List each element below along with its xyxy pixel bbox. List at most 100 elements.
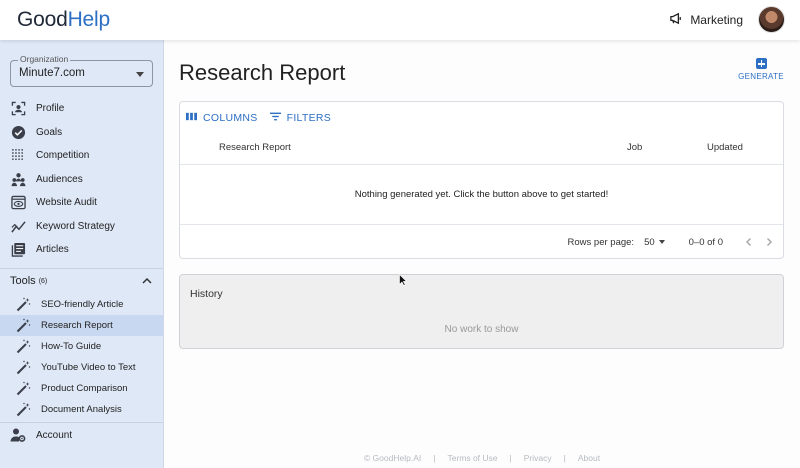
footer-link-terms[interactable]: Terms of Use [447,453,497,463]
sidebar: Organization Minute7.com Profile Goals C… [0,40,164,468]
sidebar-item-label: Goals [36,126,63,138]
footer-separator: | [509,453,512,463]
eye-window-icon [10,195,26,211]
tool-item-document-analysis[interactable]: Document Analysis [0,399,163,420]
page-footer: © GoodHelp.AI | Terms of Use | Privacy |… [164,448,800,468]
top-bar: GoodHelp Marketing [0,0,800,40]
generate-button[interactable]: GENERATE [736,58,786,81]
history-panel: History No work to show [179,274,784,349]
footer-divider [180,224,783,225]
user-avatar[interactable] [758,6,785,33]
sidebar-item-label: Audiences [36,173,83,185]
caret-down-icon [136,72,144,77]
sidebar-item-keyword-strategy[interactable]: Keyword Strategy [0,215,163,239]
magic-wand-icon [16,402,31,417]
footer-link-about[interactable]: About [578,453,600,463]
magic-wand-icon [16,381,31,396]
sidebar-item-label: Articles [36,244,69,256]
articles-icon [10,242,26,258]
tool-item-label: Document Analysis [41,404,122,415]
generate-label: GENERATE [738,72,784,81]
sidebar-item-label: Competition [36,150,90,162]
magic-wand-icon [16,360,31,375]
dots-grid-icon [10,148,26,164]
pagination-range: 0–0 of 0 [688,236,723,248]
tool-item-label: How-To Guide [41,341,102,352]
magic-wand-icon [16,318,31,333]
columns-label: COLUMNS [203,112,258,124]
goodhelp-logo[interactable]: GoodHelp [17,8,110,32]
sidebar-item-label: Profile [36,103,65,115]
sidebar-item-website-audit[interactable]: Website Audit [0,191,163,215]
column-header-job[interactable]: Job [627,142,642,153]
tool-item-label: SEO-friendly Article [41,299,124,310]
mouse-cursor-icon [399,274,407,286]
add-box-icon [755,58,767,69]
user-gear-icon [10,427,26,443]
footer-link-privacy[interactable]: Privacy [524,453,552,463]
organization-select[interactable]: Organization Minute7.com [10,54,153,87]
check-circle-icon [10,124,26,140]
grid-pagination: Rows per page: 50 0–0 of 0 [568,235,783,249]
people-icon [10,171,26,187]
tool-item-youtube-video-to-text[interactable]: YouTube Video to Text [0,357,163,378]
tools-label: Tools [10,275,36,287]
tool-item-how-to-guide[interactable]: How-To Guide [0,336,163,357]
sidebar-item-profile[interactable]: Profile [0,97,163,121]
magic-wand-icon [16,339,31,354]
column-header-updated[interactable]: Updated [707,142,743,153]
sidebar-item-goals[interactable]: Goals [0,121,163,145]
grid-empty-message: Nothing generated yet. Click the button … [354,189,609,200]
tool-item-seo-friendly-article[interactable]: SEO-friendly Article [0,294,163,315]
grid-toolbar: COLUMNS FILTERS [186,111,331,125]
report-data-grid: COLUMNS FILTERS Research Report Job Upda… [179,101,784,259]
workspace-selector[interactable]: Marketing [669,11,743,29]
filter-list-icon [269,111,281,125]
columns-icon [186,111,197,125]
rows-per-page-select[interactable]: 50 [644,237,655,248]
tool-item-product-comparison[interactable]: Product Comparison [0,378,163,399]
sidebar-item-articles[interactable]: Articles [0,238,163,262]
footer-separator: | [563,453,566,463]
sidebar-divider [0,268,163,269]
tools-section-header[interactable]: Tools (6) [10,275,153,287]
organization-value: Minute7.com [19,67,85,79]
sidebar-item-label: Keyword Strategy [36,220,115,232]
sidebar-nav: Profile Goals Competition Audiences Webs… [0,97,163,262]
footer-separator: | [433,453,436,463]
tools-list: SEO-friendly Article Research Report How… [0,294,163,420]
sidebar-item-audiences[interactable]: Audiences [0,168,163,192]
tool-item-label: Research Report [41,320,113,331]
history-title: History [190,288,223,300]
sidebar-item-label: Website Audit [36,197,97,209]
column-header-research-report[interactable]: Research Report [219,142,291,153]
columns-button[interactable]: COLUMNS [186,111,258,125]
trend-icon [10,218,26,234]
logo-text-good: Good [17,8,68,31]
footer-copyright: © GoodHelp.AI [363,453,422,463]
account-label: Account [36,429,73,441]
organization-label: Organization [18,54,71,64]
filters-label: FILTERS [286,112,332,124]
tool-item-label: Product Comparison [41,383,128,394]
history-empty-message: No work to show [444,324,519,335]
workspace-name: Marketing [690,13,743,27]
page-title: Research Report [179,60,346,85]
sidebar-divider [0,422,163,423]
profile-frame-icon [10,101,26,117]
tool-item-research-report[interactable]: Research Report [0,315,163,336]
magic-wand-icon [16,297,31,312]
chevron-left-icon[interactable] [743,236,755,248]
logo-text-help: Help [67,8,111,31]
tool-item-label: YouTube Video to Text [41,362,136,373]
megaphone-icon [669,11,684,29]
caret-down-icon[interactable] [658,240,665,244]
filters-button[interactable]: FILTERS [269,111,332,125]
chevron-right-icon[interactable] [763,236,775,248]
chevron-up-icon[interactable] [141,275,153,287]
tools-count: (6) [38,277,48,285]
rows-per-page-label: Rows per page: [567,236,635,248]
sidebar-item-account[interactable]: Account [0,424,163,446]
header-divider [180,164,783,165]
sidebar-item-competition[interactable]: Competition [0,144,163,168]
